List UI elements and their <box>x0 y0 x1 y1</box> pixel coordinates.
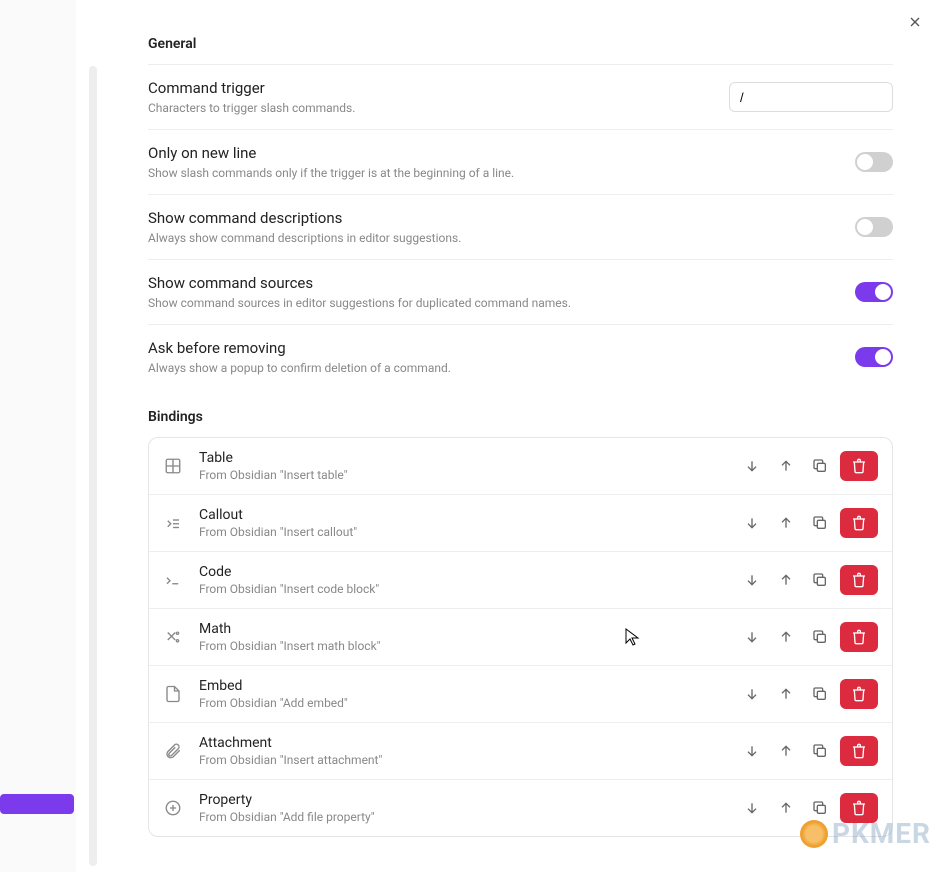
setting-desc: Always show command descriptions in edit… <box>148 231 855 245</box>
binding-name: Callout <box>199 507 722 523</box>
binding-source: From Obsidian "Insert code block" <box>199 582 722 596</box>
duplicate-button[interactable] <box>806 623 834 651</box>
setting-desc: Show slash commands only if the trigger … <box>148 166 855 180</box>
duplicate-button[interactable] <box>806 737 834 765</box>
move-up-button[interactable] <box>772 509 800 537</box>
setting-label: Command trigger <box>148 79 729 97</box>
binding-name: Code <box>199 564 722 580</box>
setting-label: Ask before removing <box>148 339 855 357</box>
setting-command-trigger: Command trigger Characters to trigger sl… <box>148 64 893 129</box>
plus-icon <box>163 799 183 817</box>
setting-label: Show command descriptions <box>148 209 855 227</box>
delete-button[interactable] <box>840 622 878 652</box>
table-icon <box>163 457 183 475</box>
delete-button[interactable] <box>840 565 878 595</box>
toggle-only-new-line[interactable] <box>855 152 893 172</box>
scrollbar-track[interactable] <box>89 66 97 866</box>
toggle-show-descriptions[interactable] <box>855 217 893 237</box>
binding-source: From Obsidian "Add embed" <box>199 696 722 710</box>
move-up-button[interactable] <box>772 566 800 594</box>
section-bindings-title: Bindings <box>148 409 893 425</box>
binding-row: Math From Obsidian "Insert math block" <box>149 608 892 665</box>
settings-panel: General Command trigger Characters to tr… <box>100 0 941 872</box>
binding-row: Embed From Obsidian "Add embed" <box>149 665 892 722</box>
toggle-show-sources[interactable] <box>855 282 893 302</box>
move-up-button[interactable] <box>772 737 800 765</box>
file-icon <box>163 685 183 703</box>
move-down-button[interactable] <box>738 509 766 537</box>
move-down-button[interactable] <box>738 566 766 594</box>
binding-row: Property From Obsidian "Add file propert… <box>149 779 892 836</box>
code-icon <box>163 571 183 589</box>
setting-desc: Show command sources in editor suggestio… <box>148 296 855 310</box>
binding-name: Attachment <box>199 735 722 751</box>
toggle-ask-before-removing[interactable] <box>855 347 893 367</box>
move-down-button[interactable] <box>738 452 766 480</box>
setting-ask-before-removing: Ask before removing Always show a popup … <box>148 324 893 389</box>
delete-button[interactable] <box>840 451 878 481</box>
setting-show-sources: Show command sources Show command source… <box>148 259 893 324</box>
sidebar-accent-bar <box>0 794 74 814</box>
duplicate-button[interactable] <box>806 566 834 594</box>
move-up-button[interactable] <box>772 680 800 708</box>
setting-desc: Characters to trigger slash commands. <box>148 101 729 115</box>
move-up-button[interactable] <box>772 623 800 651</box>
math-icon <box>163 628 183 646</box>
duplicate-button[interactable] <box>806 452 834 480</box>
binding-source: From Obsidian "Insert table" <box>199 468 722 482</box>
binding-source: From Obsidian "Insert math block" <box>199 639 722 653</box>
move-down-button[interactable] <box>738 737 766 765</box>
binding-name: Property <box>199 792 722 808</box>
delete-button[interactable] <box>840 679 878 709</box>
setting-label: Only on new line <box>148 144 855 162</box>
binding-row: Callout From Obsidian "Insert callout" <box>149 494 892 551</box>
move-down-button[interactable] <box>738 680 766 708</box>
binding-source: From Obsidian "Insert callout" <box>199 525 722 539</box>
move-up-button[interactable] <box>772 452 800 480</box>
move-down-button[interactable] <box>738 794 766 822</box>
bindings-list: Table From Obsidian "Insert table" Callo… <box>148 437 893 837</box>
binding-row: Code From Obsidian "Insert code block" <box>149 551 892 608</box>
section-general-title: General <box>148 36 893 52</box>
move-down-button[interactable] <box>738 623 766 651</box>
callout-icon <box>163 514 183 532</box>
duplicate-button[interactable] <box>806 680 834 708</box>
binding-name: Math <box>199 621 722 637</box>
move-up-button[interactable] <box>772 794 800 822</box>
binding-source: From Obsidian "Add file property" <box>199 810 722 824</box>
delete-button[interactable] <box>840 736 878 766</box>
binding-name: Embed <box>199 678 722 694</box>
setting-desc: Always show a popup to confirm deletion … <box>148 361 855 375</box>
binding-row: Table From Obsidian "Insert table" <box>149 438 892 494</box>
setting-only-new-line: Only on new line Show slash commands onl… <box>148 129 893 194</box>
setting-label: Show command sources <box>148 274 855 292</box>
binding-name: Table <box>199 450 722 466</box>
clip-icon <box>163 742 183 760</box>
setting-show-descriptions: Show command descriptions Always show co… <box>148 194 893 259</box>
delete-button[interactable] <box>840 508 878 538</box>
binding-row: Attachment From Obsidian "Insert attachm… <box>149 722 892 779</box>
watermark: PKMER <box>800 817 931 850</box>
left-gutter <box>0 0 76 872</box>
duplicate-button[interactable] <box>806 509 834 537</box>
binding-source: From Obsidian "Insert attachment" <box>199 753 722 767</box>
command-trigger-input[interactable] <box>729 82 893 112</box>
